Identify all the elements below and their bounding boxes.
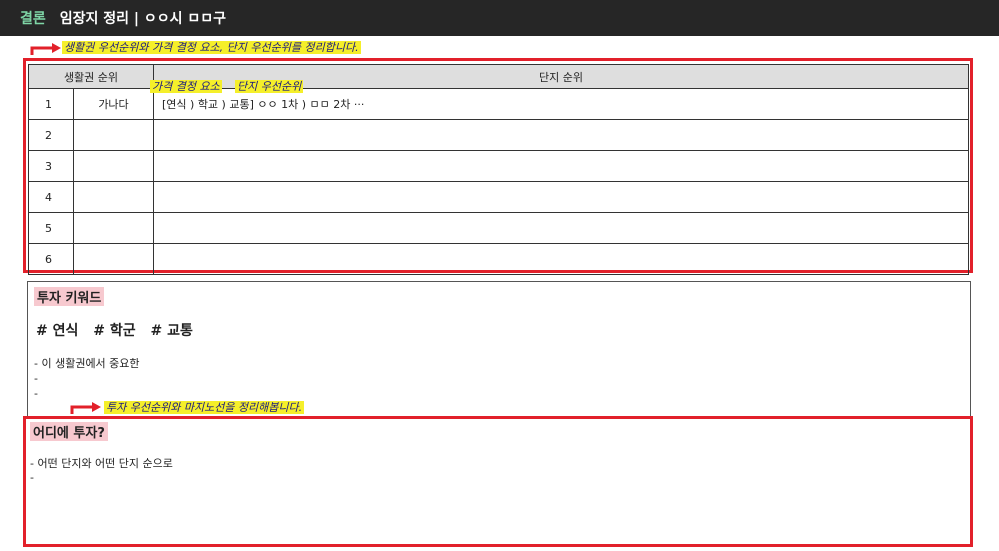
keyword-tags: # 연식 # 학군 # 교통: [36, 320, 203, 340]
rank-cell: 6: [28, 243, 74, 275]
area-cell: [73, 212, 154, 244]
complex-cell: [153, 181, 969, 213]
keyword-tag: # 교통: [150, 323, 193, 339]
note-price-factor: 가격 결정 요소: [150, 80, 222, 93]
annotation-box-invest: 어디에 투자? - 어떤 단지와 어떤 단지 순으로 -: [23, 416, 973, 547]
rank-cell: 1: [28, 88, 74, 120]
complex-cell: [연식 ) 학교 ) 교통] ㅇㅇ 1차 ) ㅁㅁ 2차 ···: [153, 88, 969, 120]
keyword-tag: # 연식: [36, 323, 79, 339]
area-cell: [73, 181, 154, 213]
note-top: 생활권 우선순위와 가격 결정 요소, 단지 우선순위를 정리합니다.: [62, 41, 361, 54]
complex-cell: [153, 119, 969, 151]
keyword-memo-line: - 이 생활권에서 중요한: [34, 357, 140, 370]
arrow-right-icon: [30, 43, 61, 55]
rank-cell: 2: [28, 119, 74, 151]
invest-heading: 어디에 투자?: [30, 422, 108, 441]
table-row: 2: [28, 119, 969, 151]
note-complex-priority: 단지 우선순위: [235, 80, 304, 93]
section-tag: 결론: [20, 11, 46, 27]
area-cell: 가나다: [73, 88, 154, 120]
table-row: 1 가나다 [연식 ) 학교 ) 교통] ㅇㅇ 1차 ) ㅁㅁ 2차 ···: [28, 88, 969, 120]
invest-memo-line: -: [30, 471, 34, 484]
ranking-table: 생활권 순위 단지 순위 1 가나다 [연식 ) 학교 ) 교통] ㅇㅇ 1차 …: [28, 64, 969, 275]
table-row: 3: [28, 150, 969, 182]
table-row: 6: [28, 243, 969, 275]
keyword-memo-line: -: [34, 387, 38, 400]
keyword-memo-line: -: [34, 372, 38, 385]
invest-memo-line: - 어떤 단지와 어떤 단지 순으로: [30, 457, 173, 470]
rank-cell: 3: [28, 150, 74, 182]
area-cell: [73, 243, 154, 275]
area-cell: [73, 150, 154, 182]
rank-cell: 4: [28, 181, 74, 213]
col-area-header: 생활권 순위: [28, 64, 154, 89]
page-title: 임장지 정리 | ㅇㅇ시 ㅁㅁ구: [59, 11, 227, 27]
keyword-panel: 투자 키워드 # 연식 # 학군 # 교통 - 이 생활권에서 중요한 - -: [27, 281, 971, 418]
complex-cell: [153, 150, 969, 182]
rank-cell: 5: [28, 212, 74, 244]
table-row: 5: [28, 212, 969, 244]
complex-cell: [153, 212, 969, 244]
keyword-heading: 투자 키워드: [34, 287, 105, 306]
title-bar: 결론 임장지 정리 | ㅇㅇ시 ㅁㅁ구: [0, 0, 999, 36]
keyword-tag: # 학군: [93, 323, 136, 339]
area-cell: [73, 119, 154, 151]
table-row: 4: [28, 181, 969, 213]
complex-cell: [153, 243, 969, 275]
note-invest: 투자 우선순위와 마지노선을 정리해봅니다.: [104, 401, 305, 414]
arrow-right-icon: [70, 402, 101, 414]
